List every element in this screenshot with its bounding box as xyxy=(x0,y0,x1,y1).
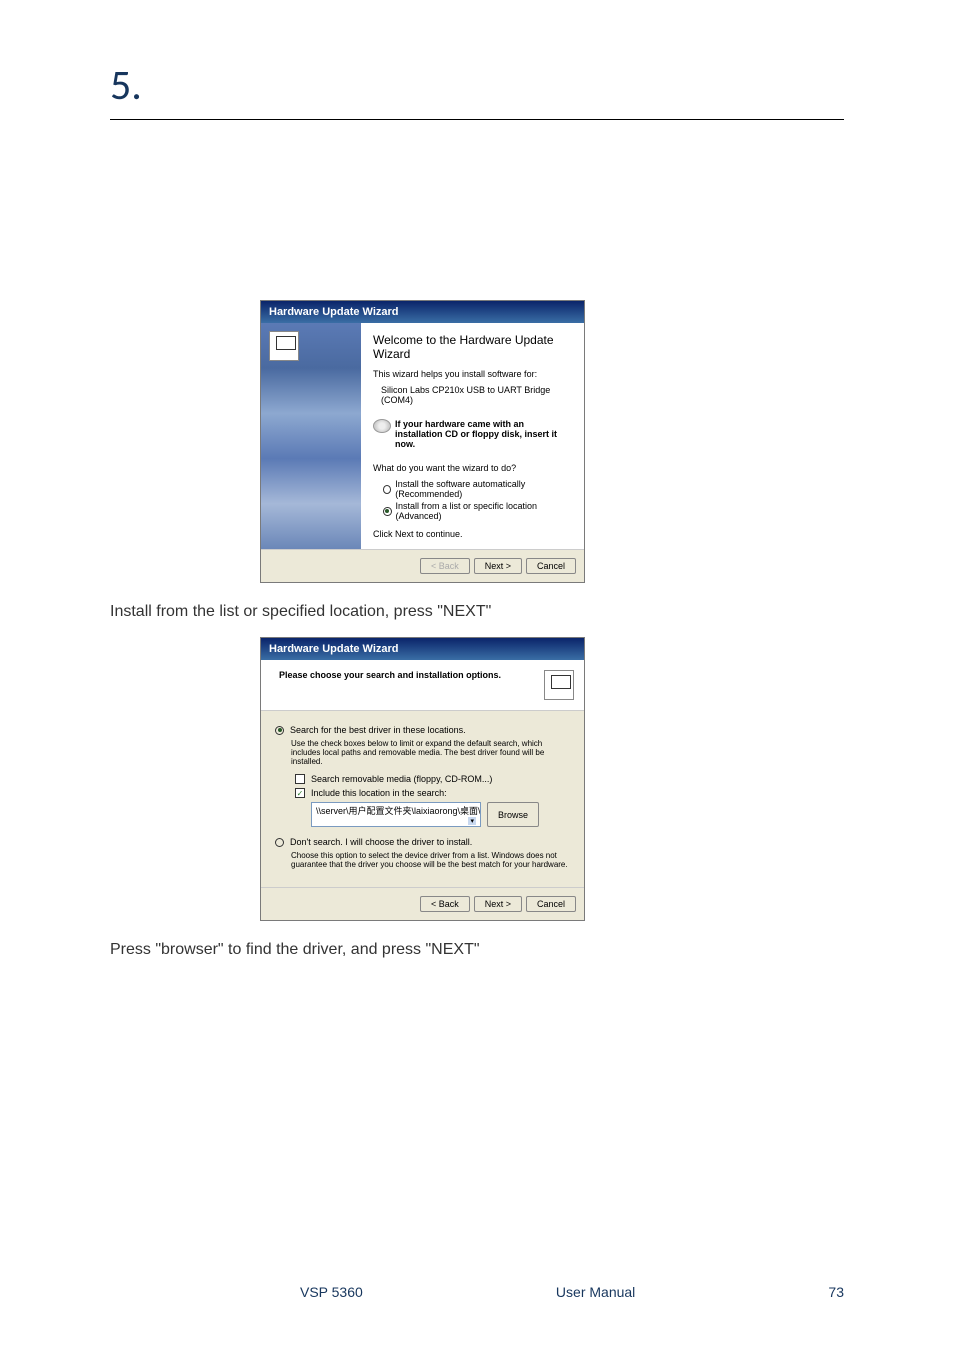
wizard-titlebar: Hardware Update Wizard xyxy=(261,638,584,660)
caption-1: Install from the list or specified locat… xyxy=(110,603,844,621)
wizard2-header: Please choose your search and installati… xyxy=(261,660,584,711)
cd-instruction-row: If your hardware came with an installati… xyxy=(373,419,572,449)
path-row: \\server\用户配置文件夹\laixiaorong\桌面\OLED ▾ B… xyxy=(311,802,570,827)
path-value: \\server\用户配置文件夹\laixiaorong\桌面\OLED xyxy=(316,806,481,816)
cd-icon xyxy=(373,419,391,433)
wizard2-body: Search for the best driver in these loca… xyxy=(261,711,584,887)
back-button: < Back xyxy=(420,558,470,574)
radio-icon-checked xyxy=(383,507,392,516)
wizard2-header-text: Please choose your search and installati… xyxy=(271,670,501,680)
caption-2: Press "browser" to find the driver, and … xyxy=(110,941,844,959)
radio-dont-row[interactable]: Don't search. I will choose the driver t… xyxy=(275,837,570,847)
radio-group: Install the software automatically (Reco… xyxy=(383,479,572,521)
path-input[interactable]: \\server\用户配置文件夹\laixiaorong\桌面\OLED ▾ xyxy=(311,802,481,827)
dropdown-icon[interactable]: ▾ xyxy=(468,817,476,825)
page-footer: VSP 5360 User Manual 73 xyxy=(110,1284,844,1300)
hardware-update-wizard-step2: Hardware Update Wizard Please choose you… xyxy=(260,637,585,921)
check-include-row[interactable]: ✓ Include this location in the search: xyxy=(295,788,570,798)
dont-description: Choose this option to select the device … xyxy=(291,851,570,869)
browse-button[interactable]: Browse xyxy=(487,802,539,827)
what-do-question: What do you want the wizard to do? xyxy=(373,463,572,473)
radio-list-label: Install from a list or specific location… xyxy=(396,501,573,521)
device-icon xyxy=(544,670,574,700)
radio-auto-row[interactable]: Install the software automatically (Reco… xyxy=(383,479,572,499)
checkbox-icon-checked: ✓ xyxy=(295,788,305,798)
footer-page: 73 xyxy=(828,1284,844,1300)
check-removable-label: Search removable media (floppy, CD-ROM..… xyxy=(311,774,492,784)
wizard-content: Welcome to the Hardware Update Wizard Th… xyxy=(361,323,584,549)
checkbox-icon xyxy=(295,774,305,784)
wizard-heading: Welcome to the Hardware Update Wizard xyxy=(373,333,572,361)
back-button[interactable]: < Back xyxy=(420,896,470,912)
radio-dont-label: Don't search. I will choose the driver t… xyxy=(290,837,472,847)
wizard-body: Welcome to the Hardware Update Wizard Th… xyxy=(261,323,584,549)
section-divider xyxy=(110,119,844,120)
device-name: Silicon Labs CP210x USB to UART Bridge (… xyxy=(381,385,572,405)
check-removable-row[interactable]: Search removable media (floppy, CD-ROM..… xyxy=(295,774,570,784)
next-button[interactable]: Next > xyxy=(474,558,522,574)
radio-icon xyxy=(275,838,284,847)
cd-instruction-text: If your hardware came with an installati… xyxy=(395,419,572,449)
footer-product: VSP 5360 xyxy=(300,1284,363,1300)
wizard-helps-line: This wizard helps you install software f… xyxy=(373,369,572,379)
section-number: 5. xyxy=(110,60,844,111)
radio-icon-checked xyxy=(275,726,284,735)
search-description: Use the check boxes below to limit or ex… xyxy=(291,739,570,766)
cancel-button[interactable]: Cancel xyxy=(526,896,576,912)
wizard-sidebar-graphic xyxy=(261,323,361,549)
radio-icon xyxy=(383,485,391,494)
click-next-text: Click Next to continue. xyxy=(373,529,572,539)
radio-search-label: Search for the best driver in these loca… xyxy=(290,725,466,735)
wizard-button-row: < Back Next > Cancel xyxy=(261,887,584,920)
wizard-titlebar: Hardware Update Wizard xyxy=(261,301,584,323)
next-button[interactable]: Next > xyxy=(474,896,522,912)
footer-doc: User Manual xyxy=(556,1284,635,1300)
cancel-button[interactable]: Cancel xyxy=(526,558,576,574)
radio-search-row[interactable]: Search for the best driver in these loca… xyxy=(275,725,570,735)
wizard-button-row: < Back Next > Cancel xyxy=(261,549,584,582)
device-icon xyxy=(269,331,299,361)
hardware-update-wizard-step1: Hardware Update Wizard Welcome to the Ha… xyxy=(260,300,585,583)
check-include-label: Include this location in the search: xyxy=(311,788,447,798)
radio-list-row[interactable]: Install from a list or specific location… xyxy=(383,501,572,521)
radio-auto-label: Install the software automatically (Reco… xyxy=(395,479,572,499)
